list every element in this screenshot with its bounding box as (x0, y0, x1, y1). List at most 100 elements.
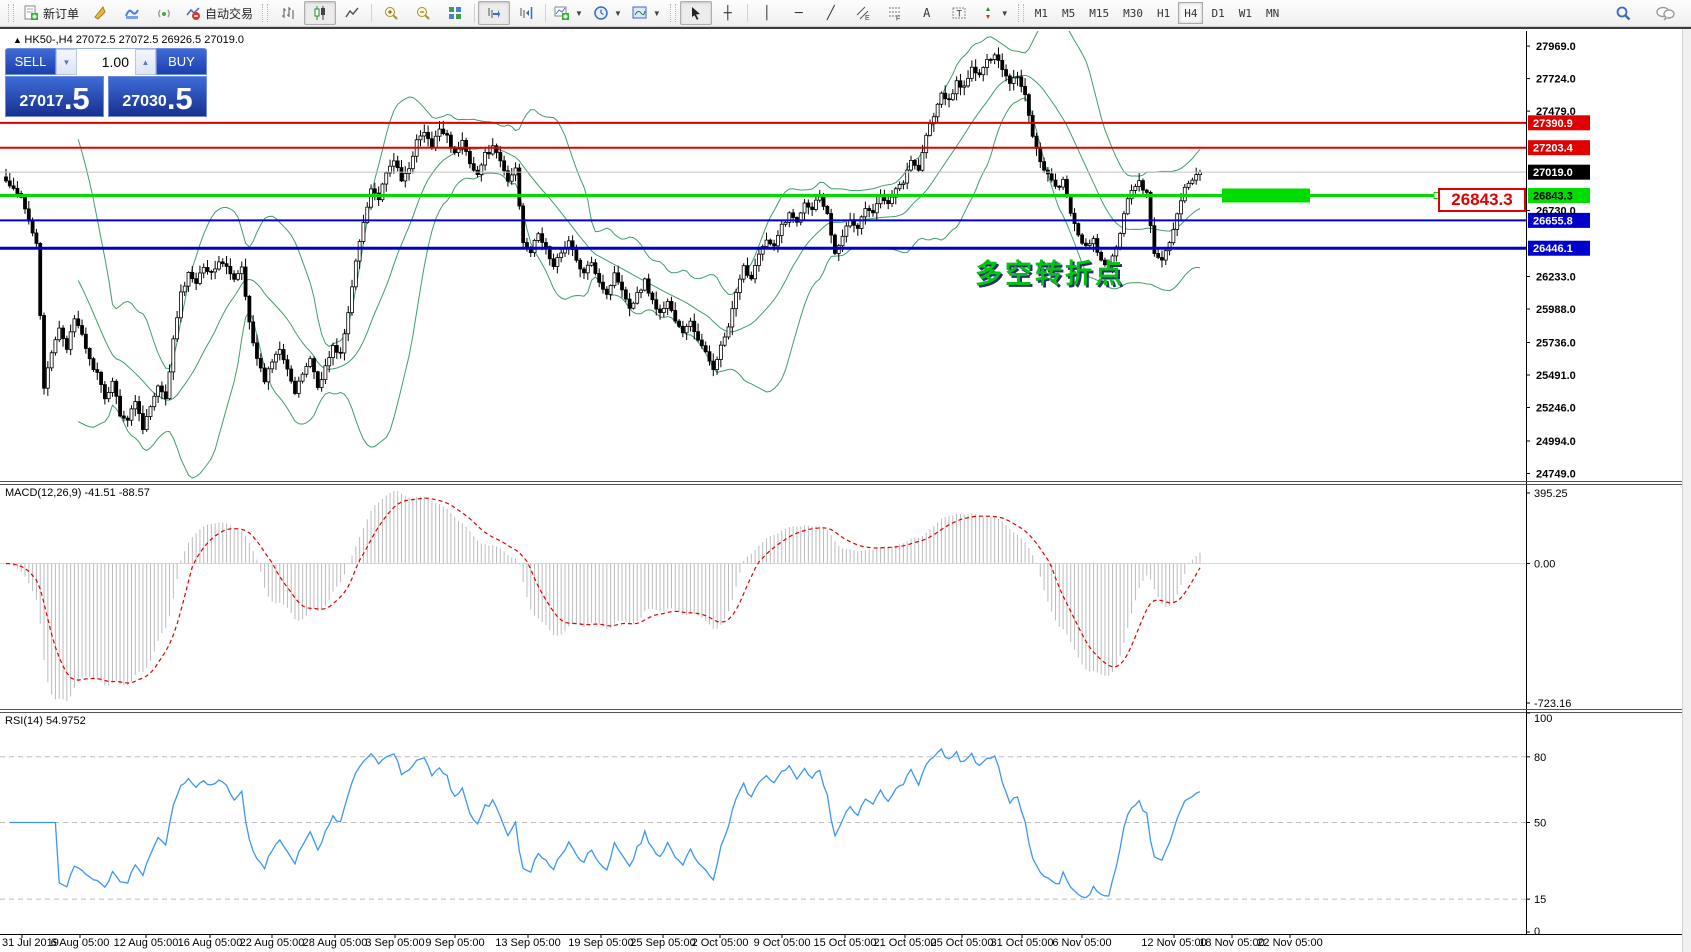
periods-button[interactable]: ▼ (588, 1, 627, 25)
arrows-dropdown-arrow[interactable]: ▼ (1001, 9, 1009, 18)
indicators-dropdown-arrow[interactable]: ▼ (575, 9, 583, 18)
text-button[interactable]: A (911, 1, 943, 25)
trendline-icon: ╱ (827, 7, 835, 20)
sell-price-display[interactable]: 27017.5 (5, 76, 104, 117)
svg-text:12 Aug 05:00: 12 Aug 05:00 (114, 937, 179, 949)
metaeditor-button[interactable] (84, 1, 116, 25)
signals-button[interactable] (148, 1, 180, 25)
candlestick-chart-button[interactable] (304, 1, 336, 25)
svg-text:2 Oct 05:00: 2 Oct 05:00 (692, 937, 749, 949)
svg-text:12 Nov 05:00: 12 Nov 05:00 (1141, 937, 1206, 949)
timeframe-button-h4[interactable]: H4 (1178, 2, 1203, 24)
search-button[interactable] (1607, 1, 1639, 25)
templates-dropdown-arrow[interactable]: ▼ (653, 9, 661, 18)
crosshair-button[interactable]: ┼ (712, 1, 744, 25)
templates-button[interactable]: ▼ (627, 1, 666, 25)
chart-canvas[interactable]: 27390.927203.427019.026843.326655.826446… (0, 29, 1691, 952)
horizontal-line-button[interactable]: ─ (783, 1, 815, 25)
toolbar-grip[interactable] (262, 4, 268, 22)
toolbar-grip[interactable] (8, 4, 14, 22)
symbol-header: HK50-,H4 27072.5 27072.5 26926.5 27019.0 (13, 34, 244, 46)
volume-decrease-button[interactable]: ▼ (56, 49, 77, 75)
zoom-out-icon (415, 5, 431, 21)
buy-price-display[interactable]: 27030.5 (108, 76, 207, 117)
market-watch-icon (124, 5, 140, 21)
volume-increase-button[interactable]: ▲ (135, 49, 156, 75)
autotrading-label: 自动交易 (205, 5, 253, 22)
zoom-in-icon (383, 5, 399, 21)
timeframe-button-h1[interactable]: H1 (1151, 2, 1176, 24)
zoom-in-button[interactable] (375, 1, 407, 25)
rsi-label: RSI(14) 54.9752 (5, 715, 86, 727)
timeframe-button-w1[interactable]: W1 (1233, 2, 1258, 24)
arrows-button[interactable]: ▼ (975, 1, 1014, 25)
turning-point-annotation[interactable]: 多空转折点 (975, 252, 1125, 291)
svg-text:25246.0: 25246.0 (1536, 403, 1576, 415)
timeframe-button-m5[interactable]: M5 (1056, 2, 1081, 24)
arrows-icon (980, 5, 996, 21)
tile-windows-button[interactable] (439, 1, 471, 25)
bar-chart-button[interactable] (272, 1, 304, 25)
auto-scroll-icon (486, 5, 502, 21)
level-highlight-rect (1222, 188, 1310, 202)
svg-text:21 Oct 05:00: 21 Oct 05:00 (874, 937, 937, 949)
svg-text:25 Sep 05:00: 25 Sep 05:00 (630, 937, 695, 949)
auto-scroll-button[interactable] (478, 1, 510, 25)
line-chart-button[interactable] (336, 1, 368, 25)
buy-button[interactable]: BUY (156, 48, 207, 75)
svg-text:22 Nov 05:00: 22 Nov 05:00 (1257, 937, 1322, 949)
toolbar-grip[interactable] (670, 4, 676, 22)
indicators-button[interactable]: ▼ (549, 1, 588, 25)
buy-price-frac: .5 (167, 84, 193, 114)
svg-text:9 Sep 05:00: 9 Sep 05:00 (425, 937, 484, 949)
macd-panel (0, 491, 1526, 701)
trendline-button[interactable]: ╱ (815, 1, 847, 25)
svg-text:16 Aug 05:00: 16 Aug 05:00 (178, 937, 243, 949)
sell-button[interactable]: SELL (5, 48, 56, 75)
chart-window[interactable]: 27390.927203.427019.026843.326655.826446… (0, 27, 1691, 952)
chart-shift-button[interactable] (510, 1, 542, 25)
crosshair-icon: ┼ (724, 7, 732, 20)
svg-text:27479.0: 27479.0 (1536, 106, 1576, 118)
new-order-button[interactable]: 新订单 (18, 1, 84, 25)
autotrading-button[interactable]: 自动交易 (180, 1, 258, 25)
main-toolbar: 新订单 自动交易 (0, 0, 1691, 27)
collapse-arrow-icon[interactable] (13, 34, 24, 46)
volume-input[interactable] (77, 49, 135, 75)
mt4-window: 新订单 自动交易 (0, 0, 1691, 952)
toolbar-grip[interactable] (1018, 4, 1024, 22)
cursor-icon (688, 5, 704, 21)
chat-button[interactable] (1649, 1, 1681, 25)
timeframe-button-m1[interactable]: M1 (1029, 2, 1054, 24)
horizontal-levels: 27390.927203.427019.026843.326655.826446… (0, 115, 1590, 255)
fibonacci-button[interactable]: F (879, 1, 911, 25)
symbol-ohlc-text: HK50-,H4 27072.5 27072.5 26926.5 27019.0 (24, 34, 244, 46)
channel-button[interactable]: E (847, 1, 879, 25)
svg-text:9 Oct 05:00: 9 Oct 05:00 (754, 937, 811, 949)
cursor-button[interactable] (680, 1, 712, 25)
periods-dropdown-arrow[interactable]: ▼ (614, 9, 622, 18)
text-label-button[interactable]: T (943, 1, 975, 25)
svg-text:27203.4: 27203.4 (1533, 143, 1574, 155)
timeframe-button-m15[interactable]: M15 (1083, 2, 1115, 24)
svg-text:26233.0: 26233.0 (1536, 272, 1576, 284)
channel-icon: E (855, 5, 871, 21)
periods-clock-icon (593, 5, 609, 21)
new-order-label: 新订单 (43, 5, 79, 22)
vertical-scrollbar[interactable] (1682, 29, 1691, 952)
chart-shift-icon (518, 5, 534, 21)
svg-text:25736.0: 25736.0 (1536, 337, 1576, 349)
timeframe-button-d1[interactable]: D1 (1205, 2, 1230, 24)
svg-text:19 Sep 05:00: 19 Sep 05:00 (568, 937, 633, 949)
timeframe-button-m30[interactable]: M30 (1117, 2, 1149, 24)
svg-text:6 Aug 05:00: 6 Aug 05:00 (51, 937, 110, 949)
svg-text:27390.9: 27390.9 (1533, 118, 1573, 130)
svg-text:27019.0: 27019.0 (1533, 167, 1573, 179)
zoom-out-button[interactable] (407, 1, 439, 25)
svg-text:27724.0: 27724.0 (1536, 74, 1576, 86)
bar-chart-icon (280, 5, 296, 21)
vertical-line-button[interactable]: │ (751, 1, 783, 25)
timeframe-button-mn[interactable]: MN (1260, 2, 1285, 24)
market-watch-button[interactable] (116, 1, 148, 25)
price-level-box-annotation[interactable]: 26843.3 (1438, 188, 1526, 212)
